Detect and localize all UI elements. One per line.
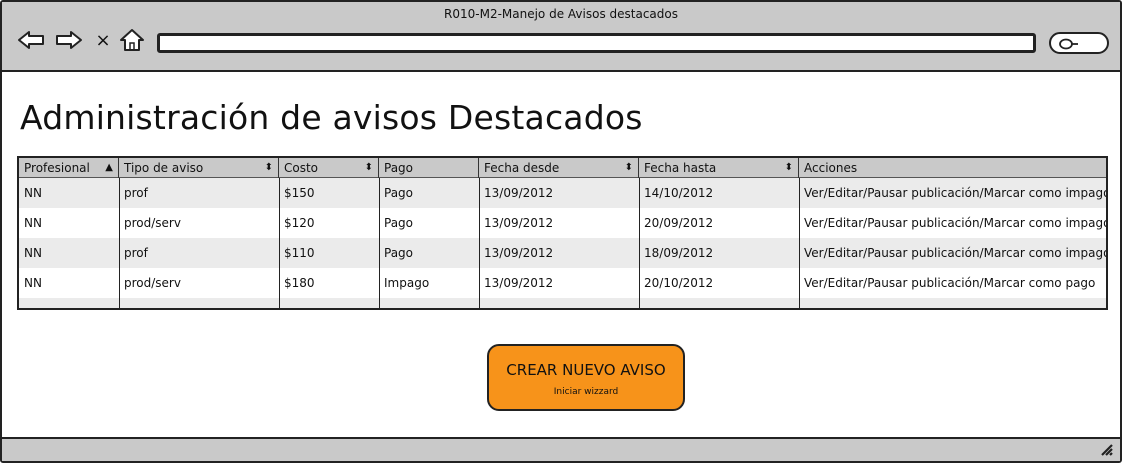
table-row[interactable]: NN prof $150 Pago 13/09/2012 14/10/2012 … bbox=[19, 178, 1106, 208]
column-header-label: Tipo de aviso bbox=[124, 161, 204, 175]
column-header-label: Fecha desde bbox=[484, 161, 560, 175]
cell-fecha-hasta: 20/10/2012 bbox=[644, 276, 714, 290]
cell-fecha-hasta: 18/09/2012 bbox=[644, 246, 714, 260]
search-box[interactable] bbox=[1049, 32, 1109, 54]
table-header: Profesional ▲ Tipo de aviso ⬍ Costo ⬍ Pa… bbox=[19, 158, 1106, 178]
column-header-costo[interactable]: Costo ⬍ bbox=[279, 158, 379, 178]
cell-profesional: NN bbox=[24, 246, 42, 260]
stop-icon[interactable]: × bbox=[94, 26, 112, 54]
cell-costo: $180 bbox=[284, 276, 315, 290]
column-divider bbox=[279, 178, 280, 308]
page-title: Administración de avisos Destacados bbox=[20, 98, 643, 137]
cell-fecha-desde: 13/09/2012 bbox=[484, 246, 554, 260]
cell-acciones[interactable]: Ver/Editar/Pausar publicación/Marcar com… bbox=[799, 208, 1106, 238]
cell-tipo: prof bbox=[124, 186, 148, 200]
column-header-tipo-de-aviso[interactable]: Tipo de aviso ⬍ bbox=[119, 158, 279, 178]
sort-toggle-icon[interactable]: ⬍ bbox=[625, 158, 633, 178]
column-header-label: Pago bbox=[384, 161, 414, 175]
create-aviso-button[interactable]: CREAR NUEVO AVISO Iniciar wizzard bbox=[487, 344, 685, 411]
column-header-pago[interactable]: Pago bbox=[379, 158, 479, 178]
cell-fecha-hasta: 20/09/2012 bbox=[644, 216, 714, 230]
home-icon[interactable] bbox=[118, 26, 146, 54]
address-bar[interactable] bbox=[157, 33, 1036, 53]
cell-profesional: NN bbox=[24, 276, 42, 290]
table-row[interactable]: NN prod/serv $180 Impago 13/09/2012 20/1… bbox=[19, 268, 1106, 298]
column-divider bbox=[799, 178, 800, 308]
cell-acciones[interactable]: Ver/Editar/Pausar publicación/Marcar com… bbox=[799, 238, 1106, 268]
resize-grip-icon[interactable] bbox=[1100, 442, 1114, 461]
column-header-fecha-hasta[interactable]: Fecha hasta ⬍ bbox=[639, 158, 799, 178]
cell-pago: Impago bbox=[384, 276, 430, 290]
column-divider bbox=[119, 178, 120, 308]
window-title: R010-M2-Manejo de Avisos destacados bbox=[444, 7, 678, 21]
avisos-table: Profesional ▲ Tipo de aviso ⬍ Costo ⬍ Pa… bbox=[17, 156, 1108, 310]
column-divider bbox=[639, 178, 640, 308]
create-aviso-sublabel: Iniciar wizzard bbox=[553, 387, 619, 397]
column-header-label: Acciones bbox=[804, 161, 858, 175]
cell-fecha-desde: 13/09/2012 bbox=[484, 276, 554, 290]
cell-acciones[interactable]: Ver/Editar/Pausar publicación/Marcar com… bbox=[799, 268, 1095, 298]
cell-tipo: prod/serv bbox=[124, 276, 181, 290]
table-row-empty bbox=[19, 298, 1106, 308]
table-row[interactable]: NN prod/serv $120 Pago 13/09/2012 20/09/… bbox=[19, 208, 1106, 238]
sort-toggle-icon[interactable]: ⬍ bbox=[265, 158, 273, 178]
cell-pago: Pago bbox=[384, 186, 414, 200]
cell-tipo: prof bbox=[124, 246, 148, 260]
sort-toggle-icon[interactable]: ⬍ bbox=[365, 158, 373, 178]
cell-profesional: NN bbox=[24, 186, 42, 200]
cell-costo: $120 bbox=[284, 216, 315, 230]
column-header-fecha-desde[interactable]: Fecha desde ⬍ bbox=[479, 158, 639, 178]
cell-profesional: NN bbox=[24, 216, 42, 230]
cell-costo: $150 bbox=[284, 186, 315, 200]
column-header-profesional[interactable]: Profesional ▲ bbox=[19, 158, 119, 178]
cell-fecha-desde: 13/09/2012 bbox=[484, 216, 554, 230]
cell-acciones[interactable]: Ver/Editar/Pausar publicación/Marcar com… bbox=[799, 178, 1106, 208]
cell-fecha-desde: 13/09/2012 bbox=[484, 186, 554, 200]
column-divider bbox=[379, 178, 380, 308]
cell-tipo: prod/serv bbox=[124, 216, 181, 230]
arrow-left-icon[interactable] bbox=[16, 26, 46, 54]
sort-asc-icon[interactable]: ▲ bbox=[105, 158, 113, 178]
column-header-label: Profesional bbox=[24, 161, 90, 175]
browser-window: R010-M2-Manejo de Avisos destacados × Ad… bbox=[0, 0, 1122, 463]
cell-fecha-hasta: 14/10/2012 bbox=[644, 186, 714, 200]
cell-pago: Pago bbox=[384, 216, 414, 230]
column-divider bbox=[479, 178, 480, 308]
cell-costo: $110 bbox=[284, 246, 315, 260]
arrow-right-icon[interactable] bbox=[54, 26, 84, 54]
sort-toggle-icon[interactable]: ⬍ bbox=[785, 158, 793, 178]
cell-pago: Pago bbox=[384, 246, 414, 260]
table-row[interactable]: NN prof $110 Pago 13/09/2012 18/09/2012 … bbox=[19, 238, 1106, 268]
browser-toolbar: R010-M2-Manejo de Avisos destacados × bbox=[2, 2, 1120, 72]
column-header-acciones[interactable]: Acciones bbox=[799, 158, 1106, 178]
column-header-label: Fecha hasta bbox=[644, 161, 717, 175]
search-icon bbox=[1057, 36, 1079, 55]
create-aviso-label: CREAR NUEVO AVISO bbox=[506, 361, 666, 379]
status-bar bbox=[2, 437, 1120, 461]
column-header-label: Costo bbox=[284, 161, 319, 175]
